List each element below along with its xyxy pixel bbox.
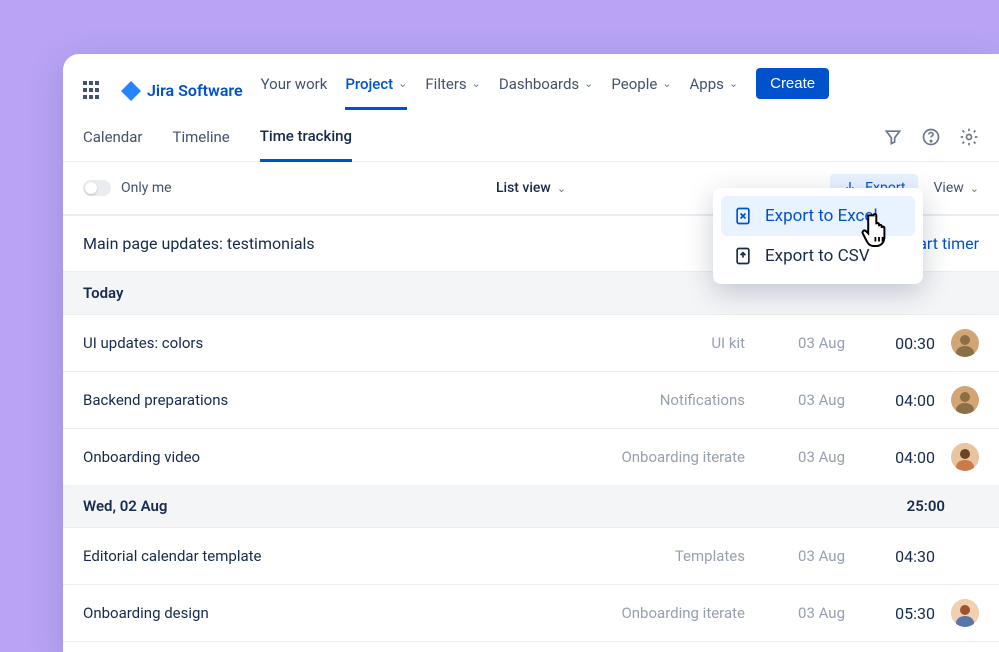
app-switcher-icon[interactable] <box>83 81 103 101</box>
entry-tag: Onboarding iterate <box>555 604 745 622</box>
section-total: 25:00 <box>907 497 979 515</box>
entry-date: 03 Aug <box>745 547 845 565</box>
time-entry-row[interactable]: UI updates: colors UI kit 03 Aug 00:30 <box>63 314 999 371</box>
entry-title: Onboarding video <box>83 448 555 466</box>
jira-icon <box>121 81 141 101</box>
global-nav: Jira Software Your work Project⌄ Filters… <box>63 54 999 113</box>
only-me-label: Only me <box>121 180 172 196</box>
entry-date: 03 Aug <box>745 604 845 622</box>
export-csv-item[interactable]: Export to CSV <box>721 236 915 276</box>
nav-project[interactable]: Project⌄ <box>345 75 407 110</box>
time-entry-row[interactable]: Onboarding video Onboarding iterate 03 A… <box>63 428 999 485</box>
tab-calendar[interactable]: Calendar <box>83 114 143 160</box>
product-logo[interactable]: Jira Software <box>121 81 243 101</box>
view-select[interactable]: View ⌄ <box>934 180 979 196</box>
entry-duration: 04:00 <box>845 391 935 410</box>
avatar[interactable] <box>951 599 979 627</box>
entry-title: UI updates: colors <box>83 334 555 352</box>
only-me-toggle[interactable] <box>83 180 111 196</box>
chevron-down-icon: ⌄ <box>970 182 979 195</box>
app-window: Jira Software Your work Project⌄ Filters… <box>63 54 999 652</box>
export-dropdown: Export to Excel Export to CSV <box>713 188 923 284</box>
avatar[interactable] <box>951 443 979 471</box>
nav-filters[interactable]: Filters⌄ <box>425 75 481 107</box>
avatar[interactable] <box>951 386 979 414</box>
view-tabs: Calendar Timeline Time tracking <box>63 113 999 162</box>
nav-apps[interactable]: Apps⌄ <box>690 75 739 107</box>
entry-date: 03 Aug <box>745 391 845 409</box>
chevron-down-icon: ⌄ <box>557 182 566 195</box>
chevron-down-icon: ⌄ <box>729 77 738 90</box>
entry-tag: Templates <box>555 547 745 565</box>
entry-duration: 04:00 <box>845 448 935 467</box>
nav-people[interactable]: People⌄ <box>611 75 671 107</box>
entry-tag: Onboarding iterate <box>555 448 745 466</box>
product-name: Jira Software <box>147 81 243 100</box>
chevron-down-icon: ⌄ <box>584 77 593 90</box>
file-export-icon <box>733 206 753 226</box>
tab-time-tracking[interactable]: Time tracking <box>260 113 352 162</box>
time-entry-row[interactable]: Backend preparations Notifications 03 Au… <box>63 371 999 428</box>
time-entry-row[interactable]: Onboarding design Onboarding iterate 03 … <box>63 584 999 641</box>
entry-duration: 00:30 <box>845 334 935 353</box>
entry-date: 03 Aug <box>745 448 845 466</box>
chevron-down-icon: ⌄ <box>472 77 481 90</box>
file-export-icon <box>733 246 753 266</box>
export-excel-item[interactable]: Export to Excel <box>721 196 915 236</box>
chevron-down-icon: ⌄ <box>662 77 671 90</box>
chevron-down-icon: ⌄ <box>398 77 407 90</box>
help-icon[interactable] <box>921 127 941 147</box>
entry-title: Editorial calendar template <box>83 547 555 565</box>
entry-tag: Notifications <box>555 391 745 409</box>
tab-timeline[interactable]: Timeline <box>173 114 230 160</box>
entry-duration: 05:30 <box>845 604 935 623</box>
avatar[interactable] <box>951 329 979 357</box>
section-header-wed: Wed, 02 Aug 25:00 <box>63 485 999 527</box>
time-entries: Today UI updates: colors UI kit 03 Aug 0… <box>63 272 999 652</box>
current-task-title: Main page updates: testimonials <box>83 234 315 253</box>
entry-title: Backend preparations <box>83 391 555 409</box>
create-button[interactable]: Create <box>756 68 829 99</box>
list-view-select[interactable]: List view ⌄ <box>496 180 566 196</box>
entry-date: 03 Aug <box>745 334 845 352</box>
nav-dashboards[interactable]: Dashboards⌄ <box>499 75 594 107</box>
time-entry-row[interactable]: Editorial calendar template Templates 03… <box>63 527 999 584</box>
entry-duration: 04:30 <box>845 547 935 566</box>
entry-title: Onboarding design <box>83 604 555 622</box>
filter-icon[interactable] <box>883 127 903 147</box>
nav-your-work[interactable]: Your work <box>261 75 328 107</box>
time-entry-row[interactable]: Backend preparations Notifications 03 Au… <box>63 641 999 652</box>
settings-icon[interactable] <box>959 127 979 147</box>
entry-tag: UI kit <box>555 334 745 352</box>
